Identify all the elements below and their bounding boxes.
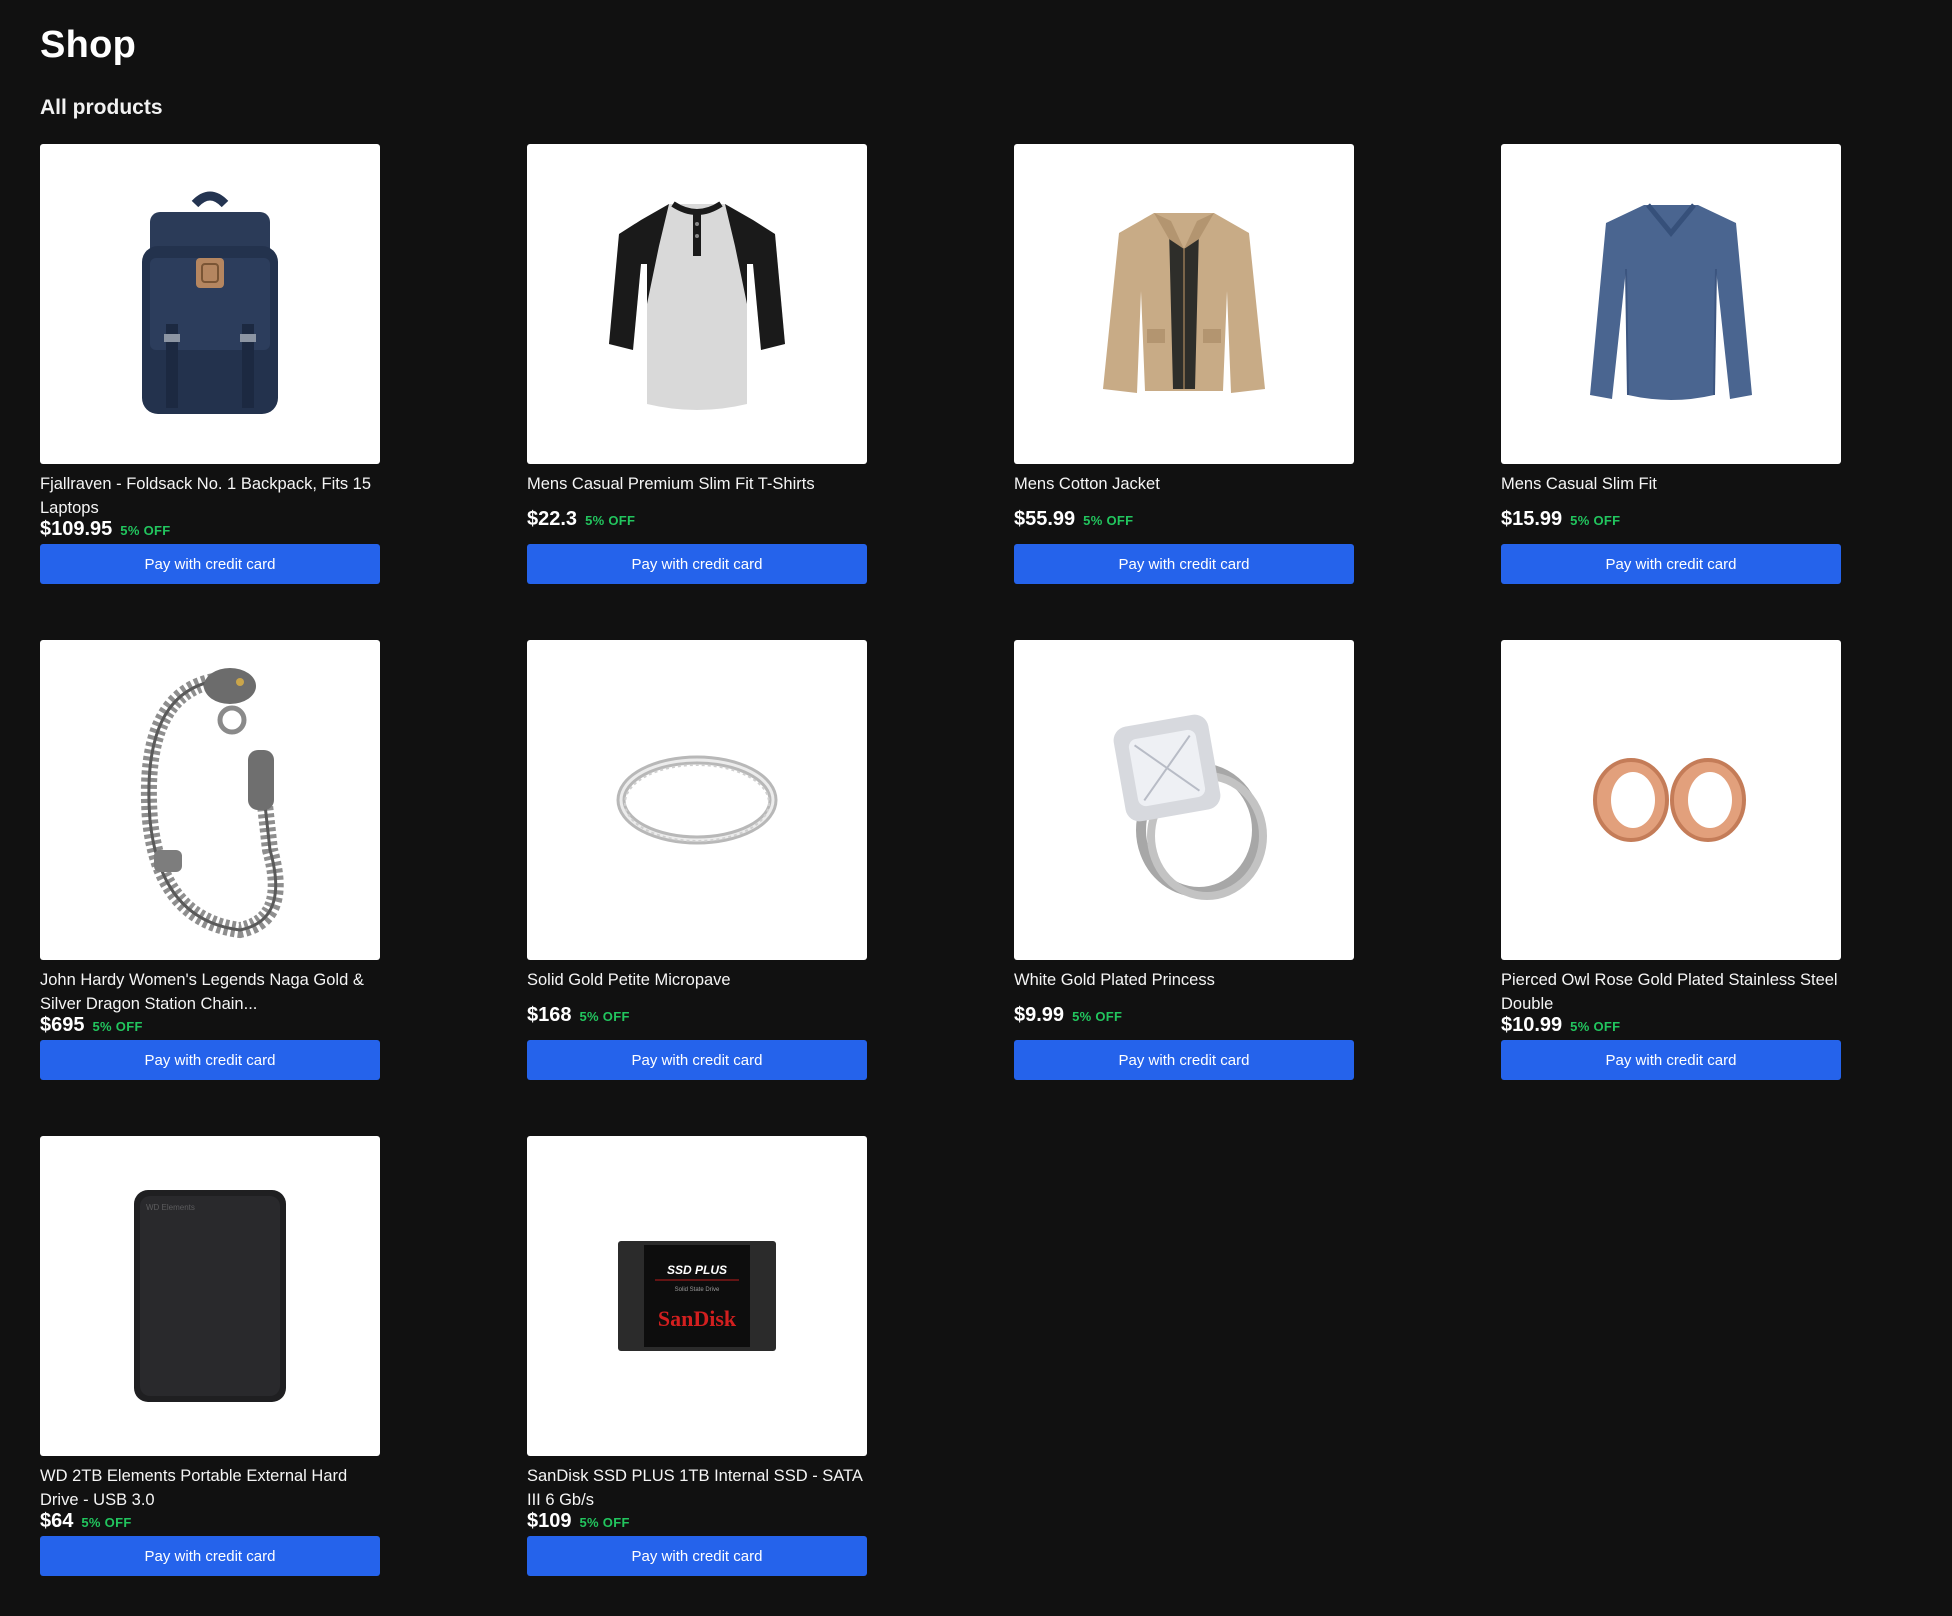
product-card: Mens Cotton Jacket $55.99 5% OFF Pay wit… bbox=[1014, 144, 1354, 584]
product-price: $695 bbox=[40, 1014, 85, 1036]
pay-with-credit-card-button[interactable]: Pay with credit card bbox=[40, 1536, 380, 1576]
price-row: $9.99 5% OFF bbox=[1014, 1004, 1122, 1027]
product-grid: Fjallraven - Foldsack No. 1 Backpack, Fi… bbox=[40, 144, 1841, 1576]
price-row: $55.99 5% OFF bbox=[1014, 508, 1133, 531]
product-name[interactable]: Mens Casual Premium Slim Fit T-Shirts bbox=[527, 472, 867, 496]
discount-badge: 5% OFF bbox=[579, 1515, 630, 1530]
product-card: Solid Gold Petite Micropave $168 5% OFF … bbox=[527, 640, 867, 1080]
hard-drive-icon: WD Elements bbox=[134, 1190, 286, 1402]
ssd-icon: SSD PLUS Solid State Drive SanDisk bbox=[618, 1241, 776, 1351]
diamond-ring-icon bbox=[1113, 714, 1267, 900]
shop-page: Shop All products Fjallraven - Foldsack … bbox=[0, 0, 1952, 1616]
drive-brand-text: WD Elements bbox=[146, 1203, 195, 1212]
page-title: Shop bbox=[40, 24, 137, 66]
product-price: $22.3 bbox=[527, 508, 578, 530]
sandisk-logo-text: SanDisk bbox=[658, 1306, 737, 1331]
pay-with-credit-card-button[interactable]: Pay with credit card bbox=[1014, 1040, 1354, 1080]
product-name[interactable]: Pierced Owl Rose Gold Plated Stainless S… bbox=[1501, 968, 1841, 1016]
product-image[interactable] bbox=[1014, 144, 1354, 464]
product-image[interactable]: WD Elements bbox=[40, 1136, 380, 1456]
price-row: $22.3 5% OFF bbox=[527, 508, 635, 531]
product-image[interactable] bbox=[1014, 640, 1354, 960]
discount-badge: 5% OFF bbox=[120, 523, 171, 538]
product-price: $64 bbox=[40, 1510, 74, 1532]
product-name[interactable]: WD 2TB Elements Portable External Hard D… bbox=[40, 1464, 380, 1512]
product-name[interactable]: Mens Cotton Jacket bbox=[1014, 472, 1354, 496]
pay-with-credit-card-button[interactable]: Pay with credit card bbox=[1014, 544, 1354, 584]
product-price: $10.99 bbox=[1501, 1014, 1563, 1036]
price-row: $10.99 5% OFF bbox=[1501, 1014, 1620, 1037]
ssd-plus-text: SSD PLUS bbox=[667, 1263, 727, 1277]
ear-tunnels-icon bbox=[1593, 758, 1746, 842]
discount-badge: 5% OFF bbox=[81, 1515, 132, 1530]
product-price: $109.95 bbox=[40, 518, 113, 540]
product-price: $55.99 bbox=[1014, 508, 1076, 530]
product-name[interactable]: White Gold Plated Princess bbox=[1014, 968, 1354, 992]
price-row: $15.99 5% OFF bbox=[1501, 508, 1620, 531]
product-card: White Gold Plated Princess $9.99 5% OFF … bbox=[1014, 640, 1354, 1080]
pay-with-credit-card-button[interactable]: Pay with credit card bbox=[527, 1536, 867, 1576]
product-image[interactable] bbox=[527, 640, 867, 960]
jacket-icon bbox=[1103, 213, 1265, 393]
section-label: All products bbox=[40, 96, 163, 119]
discount-badge: 5% OFF bbox=[1083, 513, 1134, 528]
price-row: $168 5% OFF bbox=[527, 1004, 630, 1027]
tshirt-icon bbox=[609, 201, 785, 410]
product-price: $109 bbox=[527, 1510, 572, 1532]
discount-badge: 5% OFF bbox=[1072, 1009, 1123, 1024]
product-price: $15.99 bbox=[1501, 508, 1563, 530]
pay-with-credit-card-button[interactable]: Pay with credit card bbox=[40, 1040, 380, 1080]
product-card: John Hardy Women's Legends Naga Gold & S… bbox=[40, 640, 380, 1080]
product-name[interactable]: SanDisk SSD PLUS 1TB Internal SSD - SATA… bbox=[527, 1464, 867, 1512]
product-price: $9.99 bbox=[1014, 1004, 1065, 1026]
product-name[interactable]: Mens Casual Slim Fit bbox=[1501, 472, 1841, 496]
product-image[interactable] bbox=[1501, 640, 1841, 960]
product-card: Mens Casual Slim Fit $15.99 5% OFF Pay w… bbox=[1501, 144, 1841, 584]
product-card: Mens Casual Premium Slim Fit T-Shirts $2… bbox=[527, 144, 867, 584]
pay-with-credit-card-button[interactable]: Pay with credit card bbox=[527, 544, 867, 584]
product-name[interactable]: Fjallraven - Foldsack No. 1 Backpack, Fi… bbox=[40, 472, 380, 520]
price-row: $109 5% OFF bbox=[527, 1510, 630, 1533]
pay-with-credit-card-button[interactable]: Pay with credit card bbox=[1501, 544, 1841, 584]
sweater-icon bbox=[1590, 203, 1752, 400]
price-row: $64 5% OFF bbox=[40, 1510, 132, 1533]
ssd-subtitle-text: Solid State Drive bbox=[675, 1287, 720, 1293]
discount-badge: 5% OFF bbox=[1570, 1019, 1621, 1034]
product-image[interactable] bbox=[527, 144, 867, 464]
product-image[interactable] bbox=[1501, 144, 1841, 464]
product-card: Pierced Owl Rose Gold Plated Stainless S… bbox=[1501, 640, 1841, 1080]
pay-with-credit-card-button[interactable]: Pay with credit card bbox=[527, 1040, 867, 1080]
discount-badge: 5% OFF bbox=[1570, 513, 1621, 528]
discount-badge: 5% OFF bbox=[585, 513, 636, 528]
discount-badge: 5% OFF bbox=[92, 1019, 143, 1034]
pay-with-credit-card-button[interactable]: Pay with credit card bbox=[40, 544, 380, 584]
pay-with-credit-card-button[interactable]: Pay with credit card bbox=[1501, 1040, 1841, 1080]
product-name[interactable]: John Hardy Women's Legends Naga Gold & S… bbox=[40, 968, 380, 1016]
price-row: $695 5% OFF bbox=[40, 1014, 143, 1037]
product-card: Fjallraven - Foldsack No. 1 Backpack, Fi… bbox=[40, 144, 380, 584]
product-image[interactable] bbox=[40, 640, 380, 960]
product-image[interactable]: SSD PLUS Solid State Drive SanDisk bbox=[527, 1136, 867, 1456]
discount-badge: 5% OFF bbox=[579, 1009, 630, 1024]
product-card: WD Elements WD 2TB Elements Portable Ext… bbox=[40, 1136, 380, 1576]
product-card: SSD PLUS Solid State Drive SanDisk SanDi… bbox=[527, 1136, 867, 1576]
bracelet-icon bbox=[140, 668, 284, 939]
product-price: $168 bbox=[527, 1004, 572, 1026]
price-row: $109.95 5% OFF bbox=[40, 518, 171, 541]
backpack-icon bbox=[142, 191, 278, 414]
ring-icon bbox=[616, 755, 778, 845]
product-name[interactable]: Solid Gold Petite Micropave bbox=[527, 968, 867, 992]
product-image[interactable] bbox=[40, 144, 380, 464]
